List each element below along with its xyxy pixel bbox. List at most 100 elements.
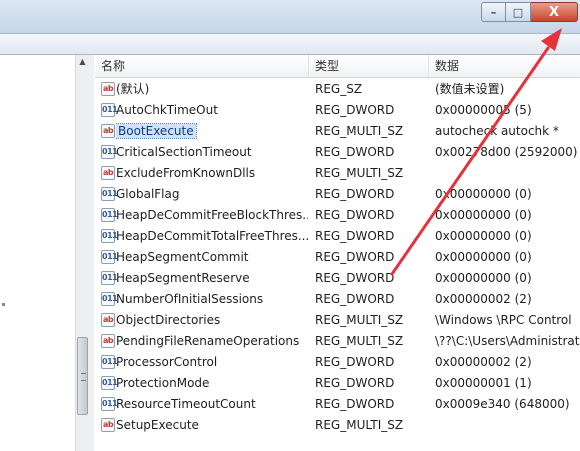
binary-value-icon: 011	[101, 355, 118, 369]
value-name-text: HeapDeCommitTotalFreeThres...	[116, 229, 308, 243]
column-header-type[interactable]: 类型	[309, 55, 429, 77]
registry-value-row[interactable]: 011 HeapDeCommitFreeBlockThres... REG_DWOR…	[95, 205, 580, 226]
value-name-text: GlobalFlag	[116, 187, 180, 201]
scrollbar-thumb[interactable]	[77, 337, 88, 415]
value-type: REG_DWORD	[315, 145, 395, 159]
string-value-icon: ab	[101, 334, 115, 348]
value-type: REG_SZ	[315, 82, 363, 96]
registry-value-row[interactable]: 011 HeapSegmentCommit REG_DWORD 0x00000000 …	[95, 247, 580, 268]
value-name: NumberOfInitialSessions	[116, 289, 308, 310]
registry-value-row[interactable]: ab BootExecute REG_MULTI_SZ autocheck autoc…	[95, 121, 580, 142]
value-data: 0x00000002 (2)	[435, 355, 532, 369]
binary-value-icon: 011	[101, 208, 118, 222]
registry-tree-pane[interactable]	[0, 55, 75, 451]
registry-value-row[interactable]: 011 CriticalSectionTimeout REG_DWORD 0x0027…	[95, 142, 580, 163]
value-data: 0x0009e340 (648000)	[435, 397, 570, 411]
value-name: ExcludeFromKnownDlls	[116, 163, 308, 184]
value-data: 0x00000000 (0)	[435, 250, 532, 264]
value-name-text: HeapSegmentCommit	[116, 250, 249, 264]
value-data: 0x00000000 (0)	[435, 187, 532, 201]
registry-value-row[interactable]: 011 GlobalFlag REG_DWORD 0x00000000 (0)	[95, 184, 580, 205]
value-name-text: NumberOfInitialSessions	[116, 292, 264, 306]
binary-value-icon: 011	[101, 229, 118, 243]
value-rows: ab (默认) REG_SZ (数值未设置) 011 AutoChkTimeOut REG_…	[95, 79, 580, 436]
value-type: REG_DWORD	[315, 355, 395, 369]
value-data: 0x00278d00 (2592000)	[435, 145, 578, 159]
value-name: GlobalFlag	[116, 184, 308, 205]
value-name-text: CriticalSectionTimeout	[116, 145, 252, 159]
string-value-icon: ab	[101, 313, 115, 327]
registry-value-row[interactable]: ab ExcludeFromKnownDlls REG_MULTI_SZ	[95, 163, 580, 184]
string-value-icon: ab	[101, 124, 115, 138]
value-name: HeapDeCommitTotalFreeThres...	[116, 226, 308, 247]
tree-scrollbar[interactable]: ▲	[75, 55, 90, 451]
value-type: REG_DWORD	[315, 376, 395, 390]
registry-value-row[interactable]: ab ObjectDirectories REG_MULTI_SZ \Windows …	[95, 310, 580, 331]
binary-value-icon: 011	[101, 187, 118, 201]
value-data: 0x00000000 (0)	[435, 229, 532, 243]
registry-value-row[interactable]: ab (默认) REG_SZ (数值未设置)	[95, 79, 580, 100]
value-name: ProtectionMode	[116, 373, 308, 394]
value-type: REG_DWORD	[315, 271, 395, 285]
registry-value-row[interactable]: 011 HeapDeCommitTotalFreeThres... REG_DWOR…	[95, 226, 580, 247]
value-data	[435, 163, 580, 184]
value-type: REG_MULTI_SZ	[315, 418, 404, 432]
value-type: REG_DWORD	[315, 229, 395, 243]
maximize-button[interactable]: □	[506, 2, 531, 22]
registry-value-row[interactable]: ab PendingFileRenameOperations REG_MULTI_S…	[95, 331, 580, 352]
value-type: REG_DWORD	[315, 103, 395, 117]
registry-value-row[interactable]: 011 AutoChkTimeOut REG_DWORD 0x00000005 (5)	[95, 100, 580, 121]
value-name: HeapSegmentCommit	[116, 247, 308, 268]
list-header: 名称 类型 数据	[95, 55, 580, 78]
minimize-button[interactable]: –	[481, 2, 506, 22]
registry-value-row[interactable]: 011 NumberOfInitialSessions REG_DWORD 0x000…	[95, 289, 580, 310]
value-data: \Windows \RPC Control	[435, 313, 572, 327]
value-name-text: HeapSegmentReserve	[116, 271, 250, 285]
title-bar: – □ X	[0, 0, 580, 33]
registry-value-row[interactable]: 011 HeapSegmentReserve REG_DWORD 0x00000000…	[95, 268, 580, 289]
value-name: HeapDeCommitFreeBlockThres...	[116, 205, 308, 226]
value-name-text: ProcessorControl	[116, 355, 218, 369]
value-data	[435, 415, 580, 436]
value-name-text: ObjectDirectories	[116, 313, 221, 327]
value-name-text: HeapDeCommitFreeBlockThres...	[116, 208, 308, 222]
pane-splitter[interactable]	[89, 55, 94, 451]
value-name: BootExecute	[116, 121, 308, 142]
value-type: REG_MULTI_SZ	[315, 334, 404, 348]
string-value-icon: ab	[101, 82, 115, 96]
value-type: REG_MULTI_SZ	[315, 166, 404, 180]
value-name: ObjectDirectories	[116, 310, 308, 331]
value-type: REG_DWORD	[315, 250, 395, 264]
value-name-text: SetupExecute	[116, 418, 199, 432]
registry-value-row[interactable]: 011 ResourceTimeoutCount REG_DWORD 0x0009e3…	[95, 394, 580, 415]
values-list-pane[interactable]: 名称 类型 数据 ab (默认) REG_SZ (数值未设置) 011 AutoChkTi…	[95, 55, 580, 451]
column-header-data[interactable]: 数据	[429, 55, 580, 77]
binary-value-icon: 011	[101, 397, 118, 411]
binary-value-icon: 011	[101, 376, 118, 390]
value-name: AutoChkTimeOut	[116, 100, 308, 121]
value-data: (数值未设置)	[435, 82, 505, 96]
column-header-name[interactable]: 名称	[95, 55, 309, 77]
value-name-text: BootExecute	[116, 123, 197, 139]
value-name: SetupExecute	[116, 415, 308, 436]
registry-value-row[interactable]: ab SetupExecute REG_MULTI_SZ	[95, 415, 580, 436]
binary-value-icon: 011	[101, 271, 118, 285]
value-name-text: ProtectionMode	[116, 376, 210, 390]
registry-value-row[interactable]: 011 ProcessorControl REG_DWORD 0x00000002 (…	[95, 352, 580, 373]
registry-value-row[interactable]: 011 ProtectionMode REG_DWORD 0x00000001 (1)	[95, 373, 580, 394]
value-name: PendingFileRenameOperations	[116, 331, 308, 352]
value-data: 0x00000002 (2)	[435, 292, 532, 306]
value-name: ResourceTimeoutCount	[116, 394, 308, 415]
menu-band	[0, 33, 580, 55]
value-type: REG_DWORD	[315, 208, 395, 222]
value-data: 0x00000000 (0)	[435, 271, 532, 285]
value-name-text: PendingFileRenameOperations	[116, 334, 300, 348]
caption-buttons: – □ X	[481, 2, 578, 22]
value-name-text: ExcludeFromKnownDlls	[116, 166, 256, 180]
value-name: (默认)	[116, 79, 308, 100]
close-button[interactable]: X	[531, 2, 578, 22]
value-type: REG_MULTI_SZ	[315, 313, 404, 327]
value-data: 0x00000001 (1)	[435, 376, 532, 390]
scroll-up-arrow-icon[interactable]: ▲	[76, 55, 89, 69]
value-data: autocheck autochk *	[435, 124, 559, 138]
